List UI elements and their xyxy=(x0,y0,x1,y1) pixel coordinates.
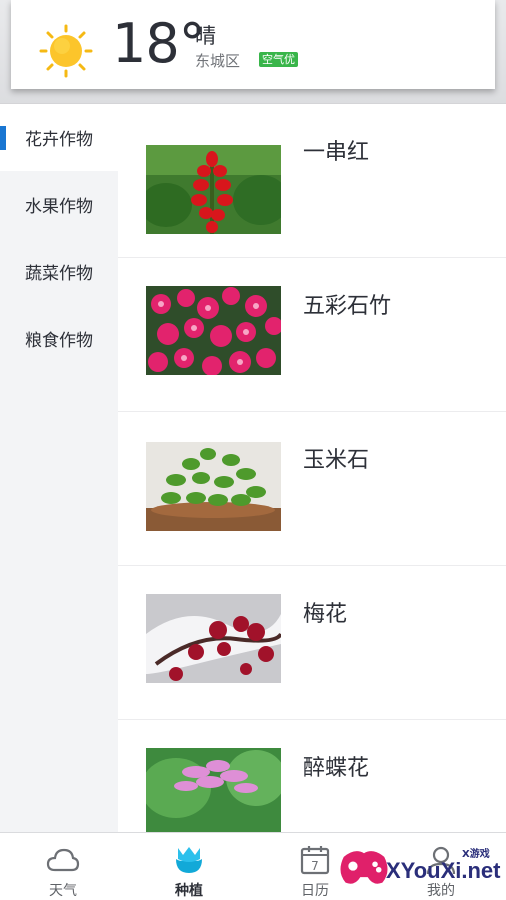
plum-blossom-image xyxy=(146,594,281,683)
plant-name: 五彩石竹 xyxy=(303,294,392,319)
sidebar-item-label: 粮食作物 xyxy=(25,331,93,351)
list-item[interactable]: 梅花 xyxy=(118,566,506,720)
weather-condition: 晴 xyxy=(195,24,216,48)
sun-icon xyxy=(39,24,93,78)
weather-card[interactable]: 18° 晴 东城区 空气优 xyxy=(11,0,495,89)
plant-list: 一串红 五彩石竹 玉米石 梅花 醉蝶花 xyxy=(118,104,506,832)
list-item[interactable]: 醉蝶花 xyxy=(118,720,506,832)
list-item[interactable]: 五彩石竹 xyxy=(118,258,506,412)
tab-label: 天气 xyxy=(49,883,77,899)
plant-name: 醉蝶花 xyxy=(303,756,370,781)
salvia-image xyxy=(146,145,281,234)
district-name[interactable]: 东城区 xyxy=(195,50,240,71)
air-quality-badge: 空气优 xyxy=(259,52,298,67)
temperature: 18° xyxy=(112,12,206,75)
sidebar-item-vegetables[interactable]: 蔬菜作物 xyxy=(0,238,118,305)
tulip-icon xyxy=(176,847,202,873)
sidebar-item-label: 蔬菜作物 xyxy=(25,264,93,284)
sedum-image xyxy=(146,442,281,531)
sidebar-item-label: 花卉作物 xyxy=(25,130,93,150)
dianthus-image xyxy=(146,286,281,375)
plant-name: 一串红 xyxy=(303,140,370,165)
sidebar-item-flowers[interactable]: 花卉作物 xyxy=(0,104,118,171)
plant-name: 玉米石 xyxy=(303,448,370,473)
calendar-icon: 7 xyxy=(300,846,330,875)
svg-text:7: 7 xyxy=(311,859,319,873)
cloud-icon xyxy=(46,848,80,872)
tab-label: 种植 xyxy=(175,883,203,899)
list-item[interactable]: 一串红 xyxy=(118,104,506,258)
tab-planting[interactable]: 种植 xyxy=(126,833,252,900)
sidebar-item-fruits[interactable]: 水果作物 xyxy=(0,171,118,238)
plant-name: 梅花 xyxy=(303,602,348,627)
watermark-text: XYouXi.net xyxy=(386,858,501,883)
watermark: X游戏 XYouXi.net xyxy=(336,838,502,896)
tab-weather[interactable]: 天气 xyxy=(0,833,126,900)
cleome-image xyxy=(146,748,281,832)
sidebar-item-grains[interactable]: 粮食作物 xyxy=(0,305,118,372)
gamepad-logo-icon xyxy=(340,851,388,884)
list-item[interactable]: 玉米石 xyxy=(118,412,506,566)
sidebar-item-label: 水果作物 xyxy=(25,197,93,217)
top-area: 18° 晴 东城区 空气优 xyxy=(0,0,506,104)
category-sidebar: 花卉作物 水果作物 蔬菜作物 粮食作物 xyxy=(0,104,118,832)
